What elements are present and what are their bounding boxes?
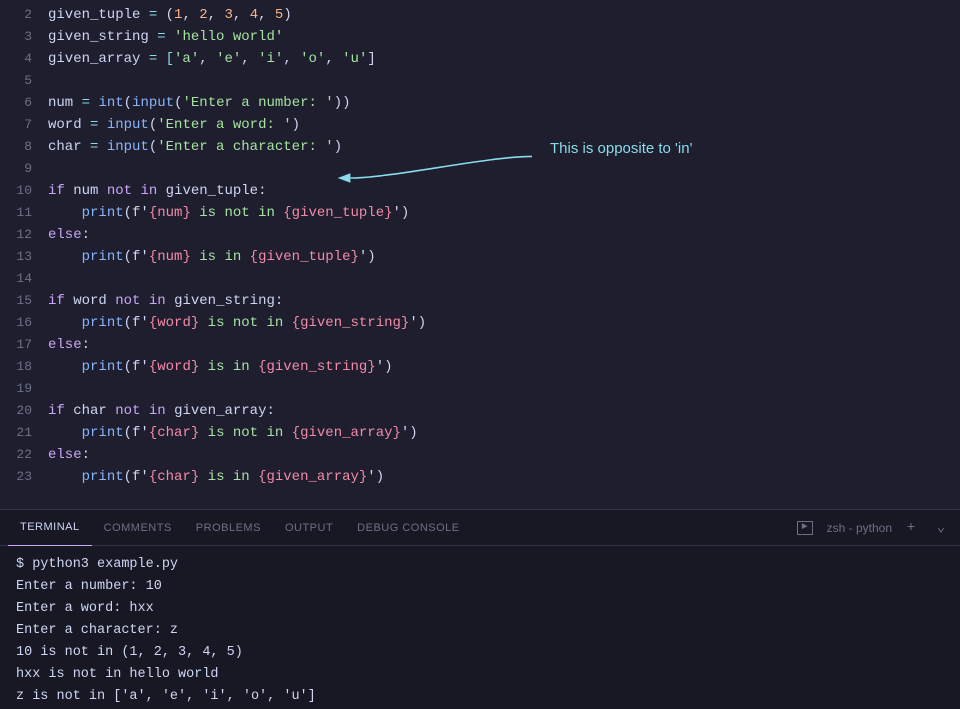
terminal-line: Enter a word: hxx	[16, 598, 944, 620]
terminal-icon: ►	[797, 521, 813, 535]
line-number: 8	[0, 136, 48, 158]
code-line: 2given_tuple = (1, 2, 3, 4, 5)	[0, 4, 960, 26]
line-number: 3	[0, 26, 48, 48]
line-content: print(f'{num} is in {given_tuple}')	[48, 246, 960, 268]
code-line: 4given_array = ['a', 'e', 'i', 'o', 'u']	[0, 48, 960, 70]
code-line: 10if num not in given_tuple:	[0, 180, 960, 202]
line-content: given_tuple = (1, 2, 3, 4, 5)	[48, 4, 960, 26]
tab-comments[interactable]: COMMENTS	[92, 510, 184, 546]
terminal-content: $ python3 example.pyEnter a number: 10En…	[0, 546, 960, 709]
code-line: 23 print(f'{char} is in {given_array}')	[0, 466, 960, 488]
line-content: print(f'{num} is not in {given_tuple}')	[48, 202, 960, 224]
code-line: 14	[0, 268, 960, 290]
terminal-line: Enter a character: z	[16, 620, 944, 642]
line-content: given_array = ['a', 'e', 'i', 'o', 'u']	[48, 48, 960, 70]
line-content: print(f'{char} is not in {given_array}')	[48, 422, 960, 444]
line-number: 9	[0, 158, 48, 180]
code-line: 9	[0, 158, 960, 180]
line-content: print(f'{word} is in {given_string}')	[48, 356, 960, 378]
line-content: print(f'{char} is in {given_array}')	[48, 466, 960, 488]
terminal-line: 10 is not in (1, 2, 3, 4, 5)	[16, 642, 944, 664]
line-content	[48, 378, 960, 400]
line-number: 10	[0, 180, 48, 202]
line-content: word = input('Enter a word: ')	[48, 114, 960, 136]
line-number: 17	[0, 334, 48, 356]
line-number: 23	[0, 466, 48, 488]
line-content: num = int(input('Enter a number: '))	[48, 92, 960, 114]
terminal-line: $ python3 example.py	[16, 554, 944, 576]
line-number: 7	[0, 114, 48, 136]
line-content	[48, 158, 960, 180]
line-number: 13	[0, 246, 48, 268]
line-content: else:	[48, 334, 960, 356]
line-number: 21	[0, 422, 48, 444]
tab-terminal[interactable]: TERMINAL	[8, 510, 92, 546]
terminal-line: hxx is not in hello world	[16, 664, 944, 686]
code-line: 7word = input('Enter a word: ')	[0, 114, 960, 136]
line-content: print(f'{word} is not in {given_string}'…	[48, 312, 960, 334]
terminal-chevron-button[interactable]: ⌄	[930, 517, 952, 539]
tab-debug-console[interactable]: DEBUG CONSOLE	[345, 510, 471, 546]
code-line: 22else:	[0, 444, 960, 466]
terminal-line: Enter a number: 10	[16, 576, 944, 598]
line-content: given_string = 'hello world'	[48, 26, 960, 48]
line-content: else:	[48, 224, 960, 246]
code-line: 13 print(f'{num} is in {given_tuple}')	[0, 246, 960, 268]
tab-output[interactable]: OUTPUT	[273, 510, 345, 546]
line-number: 16	[0, 312, 48, 334]
line-content: if num not in given_tuple:	[48, 180, 960, 202]
line-number: 18	[0, 356, 48, 378]
line-number: 19	[0, 378, 48, 400]
code-line: 15if word not in given_string:	[0, 290, 960, 312]
tab-problems[interactable]: PROBLEMS	[184, 510, 273, 546]
code-line: 17else:	[0, 334, 960, 356]
terminal-line: z is not in ['a', 'e', 'i', 'o', 'u']	[16, 686, 944, 708]
code-line: 16 print(f'{word} is not in {given_strin…	[0, 312, 960, 334]
line-number: 4	[0, 48, 48, 70]
terminal-controls: ► zsh - python + ⌄	[797, 517, 952, 539]
line-content	[48, 70, 960, 92]
line-number: 5	[0, 70, 48, 92]
shell-title: zsh - python	[827, 521, 892, 535]
code-line: 20if char not in given_array:	[0, 400, 960, 422]
line-content: if word not in given_string:	[48, 290, 960, 312]
line-content: else:	[48, 444, 960, 466]
code-lines: 2given_tuple = (1, 2, 3, 4, 5)3given_str…	[0, 0, 960, 492]
line-number: 2	[0, 4, 48, 26]
code-line: 5	[0, 70, 960, 92]
line-number: 12	[0, 224, 48, 246]
code-line: 11 print(f'{num} is not in {given_tuple}…	[0, 202, 960, 224]
line-number: 20	[0, 400, 48, 422]
code-line: 6num = int(input('Enter a number: '))	[0, 92, 960, 114]
code-line: 12else:	[0, 224, 960, 246]
line-number: 6	[0, 92, 48, 114]
line-number: 15	[0, 290, 48, 312]
line-number: 14	[0, 268, 48, 290]
code-line: 21 print(f'{char} is not in {given_array…	[0, 422, 960, 444]
add-terminal-button[interactable]: +	[900, 517, 922, 539]
code-line: 3given_string = 'hello world'	[0, 26, 960, 48]
line-content: if char not in given_array:	[48, 400, 960, 422]
code-editor: 2given_tuple = (1, 2, 3, 4, 5)3given_str…	[0, 0, 960, 509]
terminal-tabs: TERMINAL COMMENTS PROBLEMS OUTPUT DEBUG …	[0, 510, 960, 546]
line-number: 11	[0, 202, 48, 224]
line-content	[48, 268, 960, 290]
line-content: char = input('Enter a character: ')	[48, 136, 960, 158]
code-line: 8char = input('Enter a character: ')	[0, 136, 960, 158]
terminal-panel: TERMINAL COMMENTS PROBLEMS OUTPUT DEBUG …	[0, 509, 960, 709]
code-line: 18 print(f'{word} is in {given_string}')	[0, 356, 960, 378]
line-number: 22	[0, 444, 48, 466]
code-line: 19	[0, 378, 960, 400]
